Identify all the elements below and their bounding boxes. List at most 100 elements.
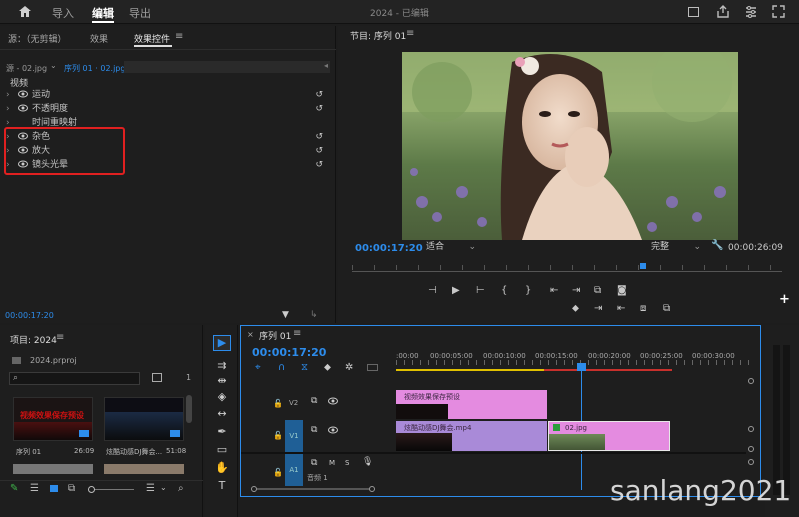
lock-icon[interactable]: 🔓 bbox=[273, 468, 283, 477]
step-forward-icon[interactable]: ⊢ bbox=[476, 284, 485, 298]
vertical-zoom-handle[interactable] bbox=[748, 426, 754, 432]
program-timecode[interactable]: 00:00:17:20 bbox=[355, 243, 423, 254]
timeline-clip[interactable]: 炫酷动感DJ舞会.mp4 bbox=[396, 421, 547, 451]
icon-view-icon[interactable] bbox=[50, 485, 58, 492]
home-icon[interactable] bbox=[18, 5, 32, 18]
compare-icon[interactable]: ⧉ bbox=[663, 302, 670, 316]
reset-icon[interactable]: ↺ bbox=[315, 88, 323, 102]
snap-icon[interactable]: ⌖ bbox=[255, 362, 261, 373]
zoom-slider-handle[interactable] bbox=[88, 486, 95, 493]
source-clip-label[interactable]: 源 - 02.jpg bbox=[6, 63, 47, 74]
project-scrollbar[interactable] bbox=[186, 395, 192, 423]
playhead-handle[interactable] bbox=[577, 363, 586, 371]
panel-menu-icon[interactable]: ≡ bbox=[406, 28, 414, 39]
wrench-icon[interactable]: ✲ bbox=[345, 362, 353, 373]
zoom-slider[interactable] bbox=[88, 486, 134, 493]
camera-icon[interactable]: ◙ bbox=[617, 284, 627, 298]
mic-icon[interactable]: 🎙 bbox=[362, 457, 373, 467]
film-icon[interactable]: ⧉ bbox=[311, 425, 317, 435]
program-scrubber[interactable] bbox=[352, 263, 782, 275]
find-icon[interactable]: ⌕ bbox=[178, 483, 184, 494]
horizontal-scrollbar[interactable] bbox=[251, 486, 375, 492]
insert-icon[interactable]: ⧉ bbox=[594, 284, 601, 298]
timeline-clip[interactable]: 02.jpg bbox=[548, 421, 670, 451]
effect-row-motion[interactable]: › 运动 ↺ bbox=[4, 88, 329, 102]
step-back-icon[interactable]: ⇤ bbox=[550, 284, 558, 298]
lift-icon[interactable]: ⇥ bbox=[594, 302, 602, 316]
close-icon[interactable]: × bbox=[247, 330, 254, 339]
eye-icon[interactable] bbox=[18, 89, 28, 103]
track-select-icon[interactable]: ⇉ bbox=[212, 358, 232, 374]
extract-icon[interactable]: ⇤ bbox=[617, 302, 625, 316]
play-icon[interactable]: ▶ bbox=[452, 284, 460, 298]
chevron-down-icon[interactable]: ⌄ bbox=[160, 483, 167, 492]
mark-in-icon[interactable]: ⊣ bbox=[428, 284, 437, 298]
list-view-icon[interactable]: ☰ bbox=[30, 483, 39, 494]
reset-icon[interactable]: ↺ bbox=[315, 144, 323, 158]
wrench-icon[interactable]: 🔧 bbox=[711, 240, 723, 251]
film-icon[interactable]: ⧉ bbox=[311, 396, 317, 406]
hand-icon[interactable]: ✋ bbox=[212, 460, 232, 476]
timeline-clip[interactable]: 视频效果保存预设 bbox=[396, 390, 547, 419]
tab-import[interactable]: 导入 bbox=[52, 5, 74, 21]
pen-tool-icon[interactable]: ✒ bbox=[212, 424, 232, 440]
panel-menu-icon[interactable]: ≡ bbox=[56, 332, 64, 343]
chevron-down-icon[interactable]: ⌄ bbox=[50, 61, 57, 70]
add-marker-icon[interactable]: ⬥ bbox=[324, 362, 331, 373]
new-bin-icon[interactable] bbox=[152, 373, 162, 382]
quality-dropdown[interactable]: 完整 ⌄ bbox=[651, 241, 703, 254]
scroll-left-icon[interactable]: ◂ bbox=[324, 61, 328, 70]
go-to-out-icon[interactable]: } bbox=[525, 284, 531, 298]
track-target-v1[interactable]: V1 bbox=[285, 420, 303, 452]
add-button-icon[interactable]: + bbox=[779, 292, 790, 307]
marker-icon[interactable]: ⧖ bbox=[301, 362, 308, 373]
rectangle-tool-icon[interactable]: ▭ bbox=[212, 442, 232, 458]
eye-icon[interactable] bbox=[328, 397, 338, 408]
fullscreen-icon[interactable] bbox=[772, 5, 785, 21]
reset-icon[interactable]: ↺ bbox=[315, 130, 323, 144]
playhead-marker[interactable] bbox=[640, 263, 646, 269]
time-ruler[interactable]: :00:00 00:00:05:00 00:00:10:00 00:00:15:… bbox=[396, 350, 751, 372]
panel-menu-icon[interactable]: ≡ bbox=[293, 328, 301, 339]
tab-source[interactable]: 源：（无剪辑） bbox=[8, 32, 67, 45]
step-forward-frame-icon[interactable]: ⇥ bbox=[572, 284, 580, 298]
timeline-timecode[interactable]: 00:00:17:20 bbox=[252, 346, 326, 359]
freeform-view-icon[interactable]: ⧉ bbox=[68, 483, 75, 494]
pen-icon[interactable]: ✎ bbox=[10, 483, 18, 494]
lock-icon[interactable]: 🔓 bbox=[273, 399, 283, 408]
tab-effect-controls[interactable]: 效果控件 bbox=[134, 32, 170, 45]
tab-effects[interactable]: 效果 bbox=[90, 32, 108, 45]
type-tool-icon[interactable]: T bbox=[212, 478, 232, 494]
captions-icon[interactable] bbox=[367, 364, 378, 371]
search-input[interactable]: ⌕ bbox=[9, 372, 140, 385]
mute-button[interactable]: M bbox=[329, 459, 335, 467]
filter-icon[interactable]: ▼ bbox=[282, 310, 289, 320]
expand-arrow-icon[interactable]: › bbox=[6, 102, 10, 116]
lock-icon[interactable]: 🔓 bbox=[273, 431, 283, 440]
selection-tool-icon[interactable]: ▶ bbox=[213, 335, 231, 351]
export-frame-icon[interactable]: ⧈ bbox=[640, 302, 646, 316]
sequence-clip-label[interactable]: 序列 01 · 02.jpg bbox=[64, 63, 125, 74]
film-icon[interactable]: ⧉ bbox=[311, 458, 317, 468]
reset-icon[interactable]: ↺ bbox=[315, 102, 323, 116]
vertical-zoom-handle[interactable] bbox=[748, 446, 754, 452]
export-frame-icon[interactable]: ↳ bbox=[310, 310, 318, 320]
vertical-zoom-handle[interactable] bbox=[748, 459, 754, 465]
solo-button[interactable]: S bbox=[345, 459, 349, 467]
fit-dropdown[interactable]: 适合 ⌄ bbox=[426, 241, 478, 254]
razor-icon[interactable]: ◈ bbox=[212, 389, 232, 405]
sort-icon[interactable]: ☰ bbox=[146, 483, 155, 494]
share-icon[interactable] bbox=[717, 5, 729, 21]
marker-icon[interactable]: ⬥ bbox=[572, 302, 579, 316]
track-target-a1[interactable]: A1 bbox=[285, 454, 303, 486]
tab-export[interactable]: 导出 bbox=[129, 5, 151, 21]
slip-icon[interactable]: ↔ bbox=[212, 406, 232, 422]
go-to-in-icon[interactable]: { bbox=[501, 284, 507, 298]
workspace-icon[interactable] bbox=[688, 7, 699, 17]
reset-icon[interactable]: ↺ bbox=[315, 158, 323, 172]
effect-controls-timecode[interactable]: 00:00:17:20 bbox=[5, 311, 54, 320]
effect-row-opacity[interactable]: › 不透明度 ↺ bbox=[4, 102, 329, 116]
expand-arrow-icon[interactable]: › bbox=[6, 88, 10, 102]
tab-edit[interactable]: 编辑 bbox=[92, 5, 114, 21]
project-item-thumbnail[interactable]: 视频效果保存预设 bbox=[13, 397, 93, 441]
